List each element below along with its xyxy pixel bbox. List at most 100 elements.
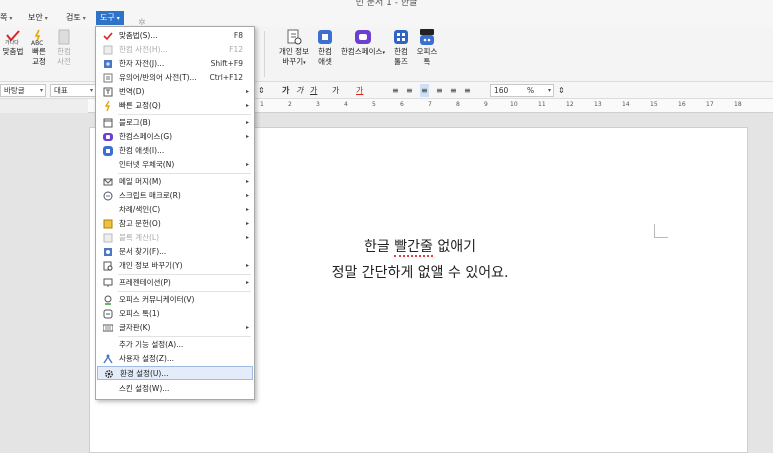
font-select[interactable]: 대표 ▾	[50, 84, 96, 97]
office-talk-icon	[420, 29, 434, 45]
hancom-space-icon	[355, 30, 371, 44]
zoom-spin-icon[interactable]: ⇕	[558, 84, 565, 97]
menu-page[interactable]: 쪽 ▾	[0, 11, 12, 25]
align-justify-button[interactable]: ≡	[392, 84, 399, 97]
ruler-number: 5	[372, 101, 376, 108]
italic-button[interactable]: 가	[296, 84, 303, 97]
bold-button[interactable]: 가	[282, 84, 289, 97]
privacy-button[interactable]: 개인 정보 바꾸기▾	[276, 29, 312, 68]
quick-correct-icon: ABC	[31, 29, 43, 45]
quick-correct-icon	[104, 101, 111, 111]
chevron-right-icon: ▸	[245, 192, 249, 199]
menu-item-preferences[interactable]: 환경 설정(U)...	[97, 366, 253, 380]
menu-item-presentation[interactable]: 프레젠테이션(P) ▸	[97, 276, 253, 290]
spellcheck-button[interactable]: 가나다 맞춤법	[0, 29, 26, 57]
ruler-number: 17	[706, 101, 714, 108]
doc-text-misspelled: 빨간줄	[394, 239, 433, 257]
menu-item-blog[interactable]: 블로그(B) ▸	[97, 116, 253, 130]
menu-item-toc-index[interactable]: 차례/색인(C) ▸	[97, 203, 253, 217]
ruler-number: 4	[344, 101, 348, 108]
ruler-number: 1	[260, 101, 264, 108]
hancom-space-button[interactable]: 한컴스페이스▾	[340, 29, 386, 58]
chevron-down-icon: ▾	[39, 87, 43, 94]
menu-item-spellcheck[interactable]: 맞춤법(S)... F8	[97, 29, 253, 43]
strike-button[interactable]: 가	[332, 84, 339, 97]
menu-item-block-calc[interactable]: 블록 계산(L) ▸	[97, 231, 253, 245]
window-title: 빈 문서 1 - 한글	[355, 0, 418, 8]
menu-item-thesaurus[interactable]: 유의어/반의어 사전(T)... Ctrl+F12	[97, 71, 253, 85]
chevron-right-icon: ▸	[245, 220, 249, 227]
menu-item-hancom-space[interactable]: 한컴스페이스(G) ▸	[97, 130, 253, 144]
ruler-number: 9	[484, 101, 488, 108]
menu-item-script-macro[interactable]: 스크립트 매크로(R) ▸	[97, 189, 253, 203]
menu-item-communicator[interactable]: 오피스 커뮤니케이터(V)	[97, 293, 253, 307]
menu-item-keyboard[interactable]: 글자판(K) ▸	[97, 321, 253, 335]
menu-item-privacy[interactable]: 개인 정보 바꾸기(Y) ▸	[97, 259, 253, 273]
ruler-number: 6	[400, 101, 404, 108]
menu-item-quick-correct[interactable]: 빠른 교정(Q) ▸	[97, 99, 253, 113]
communicator-icon	[104, 295, 112, 305]
menu-security[interactable]: 보안 ▾	[28, 11, 48, 25]
style-select[interactable]: 바탕글 ▾	[0, 84, 46, 97]
block-calc-icon	[103, 233, 113, 243]
hancom-dictionary-button[interactable]: 한컴 사전	[53, 29, 75, 67]
align-center-button[interactable]: ≡	[420, 84, 429, 97]
ruler-number: 15	[650, 101, 658, 108]
chevron-right-icon: ▸	[245, 262, 249, 269]
menu-item-user-settings[interactable]: 사용자 설정(Z)...	[97, 352, 253, 366]
hancom-tools-button[interactable]: 한컴 툴즈	[390, 29, 412, 67]
menu-item-hancom-asset[interactable]: 한컴 애셋(I)...	[97, 144, 253, 158]
menu-item-hanja-dictionary[interactable]: 한자 자전(J)... Shift+F9	[97, 57, 253, 71]
menu-item-translate[interactable]: 번역(D) ▸	[97, 85, 253, 99]
chevron-right-icon: ▸	[245, 234, 249, 241]
menu-separator	[118, 336, 251, 337]
menu-item-bibliography[interactable]: 참고 문헌(O) ▸	[97, 217, 253, 231]
translate-icon	[103, 87, 113, 97]
document-line-2[interactable]: 정말 간단하게 없앨 수 있어요.	[200, 262, 640, 282]
spellcheck-icon	[103, 32, 113, 41]
chevron-down-icon: ▾	[89, 87, 93, 94]
align-left-button[interactable]: ≡	[406, 84, 413, 97]
document-line-1[interactable]: 한글 빨간줄 없애기	[200, 236, 640, 257]
chevron-right-icon: ▸	[245, 324, 249, 331]
doc-text: 한글	[364, 239, 395, 255]
keyboard-icon	[103, 324, 113, 332]
align-divide-button[interactable]: ≡	[464, 84, 471, 97]
page-margin-mark	[654, 224, 668, 238]
menu-item-internet-post[interactable]: 인터넷 우체국(N) ▸	[97, 158, 253, 172]
ruler-number: 7	[428, 101, 432, 108]
chevron-right-icon: ▸	[245, 178, 249, 185]
menu-item-find-document[interactable]: 문서 찾기(F)...	[97, 245, 253, 259]
quick-correct-button[interactable]: ABC 빠른 교정	[28, 29, 50, 67]
menu-item-addons[interactable]: 추가 기능 설정(A)...	[97, 338, 253, 352]
chevron-right-icon: ▸	[245, 206, 249, 213]
ruler-number: 8	[456, 101, 460, 108]
chevron-right-icon: ▸	[245, 133, 249, 140]
align-right-button[interactable]: ≡	[436, 84, 443, 97]
office-talk-button[interactable]: 오피스 톡	[414, 29, 440, 67]
spellcheck-icon: 가나다	[5, 30, 20, 45]
dictionary-icon	[103, 45, 113, 55]
presentation-icon	[103, 278, 113, 287]
menu-item-dictionary[interactable]: 한컴 사전(H)... F12	[97, 43, 253, 57]
title-bar: 빈 문서 1 - 한글	[0, 0, 773, 8]
zoom-unit-select[interactable]: % ▾	[524, 84, 554, 97]
font-color-button[interactable]: 가	[356, 84, 363, 97]
doc-text: 없애기	[432, 239, 476, 255]
find-document-icon	[104, 248, 112, 256]
chevron-down-icon: ▾	[547, 87, 551, 94]
office-talk-icon	[103, 309, 113, 319]
underline-button[interactable]: 가	[310, 84, 317, 97]
menu-item-office-talk[interactable]: 오피스 톡(1)	[97, 307, 253, 321]
menu-item-mail-merge[interactable]: 메일 머지(M) ▸	[97, 175, 253, 189]
menu-item-skin-settings[interactable]: 스킨 설정(W)...	[97, 382, 253, 396]
ruler-number: 16	[678, 101, 686, 108]
align-distribute-button[interactable]: ≡	[450, 84, 457, 97]
menu-review[interactable]: 검토 ▾	[66, 11, 86, 25]
privacy-icon	[287, 29, 302, 45]
menu-tools[interactable]: 도구 ▾	[96, 11, 124, 25]
script-macro-icon	[103, 191, 113, 201]
ruler-number: 11	[538, 101, 546, 108]
hancom-asset-button[interactable]: 한컴 애셋	[314, 29, 336, 67]
spin-icon[interactable]: ⇕	[258, 84, 265, 97]
